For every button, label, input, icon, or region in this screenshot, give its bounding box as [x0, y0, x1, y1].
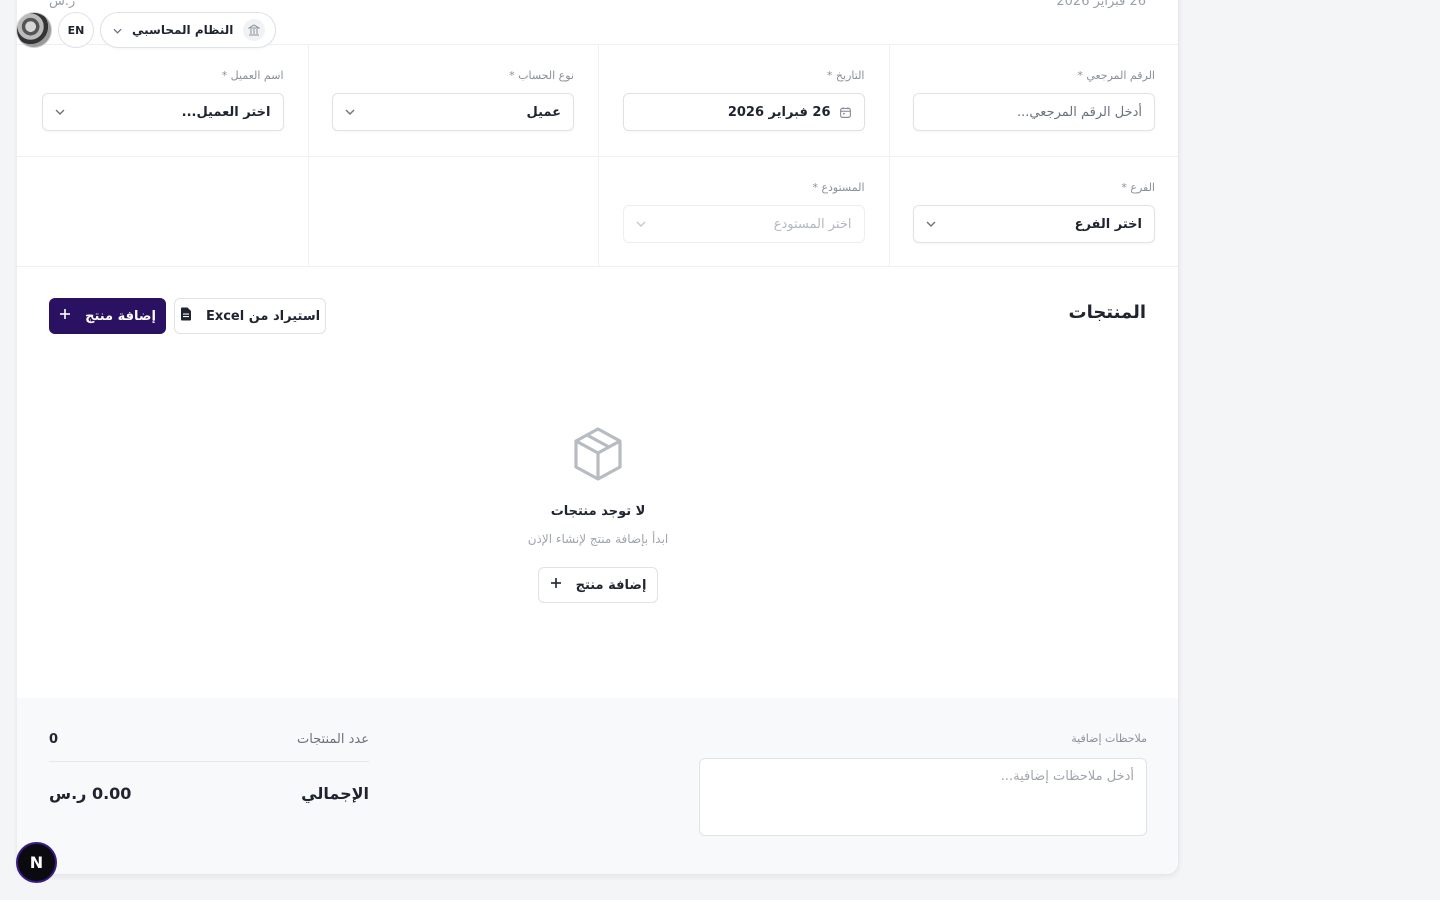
- add-product-button[interactable]: إضافة منتج: [49, 298, 166, 334]
- date-picker[interactable]: 26 فبراير 2026: [622, 93, 865, 131]
- box-icon: [572, 426, 624, 486]
- reference-label: الرقم المرجعي *: [1077, 69, 1155, 82]
- empty-state-title: لا توجد منتجات: [550, 504, 646, 519]
- products-count-row: عدد المنتجات 0: [49, 732, 369, 747]
- chevron-down-icon: [926, 219, 936, 229]
- total-row: الإجمالي 0.00 ر.س: [49, 784, 369, 803]
- avatar[interactable]: [16, 12, 52, 48]
- system-switcher[interactable]: النظام المحاسبي: [100, 12, 277, 48]
- chevron-down-icon: [55, 107, 65, 117]
- reference-placeholder: أدخل الرقم المرجعي...: [1017, 104, 1142, 120]
- total-value: 0.00 ر.س: [49, 784, 132, 803]
- warehouse-placeholder: اختر المستودع: [773, 216, 852, 232]
- date-cell: التاريخ * 26 فبراير 2026: [598, 45, 889, 156]
- system-label: النظام المحاسبي: [132, 23, 234, 37]
- calendar-icon: [839, 106, 852, 119]
- summary-footer: ملاحظات إضافية أدخل ملاحظات إضافية... عد…: [17, 698, 1178, 874]
- account-type-value: عميل: [526, 104, 561, 120]
- import-excel-label: استيراد من Excel: [205, 308, 321, 324]
- n-badge-icon[interactable]: N: [16, 842, 57, 883]
- branch-select[interactable]: اختر الفرع: [913, 205, 1155, 243]
- chevron-down-icon: [636, 219, 646, 229]
- add-product-label: إضافة منتج: [85, 308, 156, 324]
- notes-label: ملاحظات إضافية: [1071, 732, 1147, 745]
- date-label: التاريخ *: [826, 69, 865, 82]
- products-title: المنتجات: [1068, 302, 1146, 323]
- plus-icon: [550, 577, 562, 593]
- account-type-select[interactable]: عميل: [332, 93, 574, 131]
- empty-state-subtitle: ابدأ بإضافة منتج لإنشاء الإذن: [527, 532, 669, 546]
- warehouse-cell: المستودع * اختر المستودع: [598, 157, 889, 266]
- reference-input[interactable]: أدخل الرقم المرجعي...: [913, 93, 1155, 131]
- header-currency-partial: ر.س: [49, 0, 76, 9]
- total-label: الإجمالي: [301, 784, 369, 803]
- empty-add-product-button[interactable]: إضافة منتج: [538, 567, 658, 603]
- customer-select[interactable]: اختر العميل...: [41, 93, 284, 131]
- branch-label: الفرع *: [1121, 181, 1155, 194]
- plus-icon: [59, 308, 71, 324]
- customer-placeholder: اختر العميل...: [181, 104, 271, 120]
- chevron-down-icon: [113, 23, 122, 37]
- chevron-down-icon: [345, 107, 355, 117]
- warehouse-select[interactable]: اختر المستودع: [622, 205, 865, 243]
- account-type-cell: نوع الحساب * عميل: [307, 45, 599, 156]
- customer-cell: اسم العميل * اختر العميل...: [17, 45, 308, 156]
- products-count-label: عدد المنتجات: [296, 732, 369, 747]
- top-toolbar: EN النظام المحاسبي: [16, 12, 277, 48]
- customer-label: اسم العميل *: [221, 69, 284, 82]
- products-count-value: 0: [49, 732, 59, 747]
- branch-placeholder: اختر الفرع: [1074, 216, 1142, 232]
- form-card: 26 فبراير 2026 ر.س الرقم المرجعي * أدخل …: [17, 0, 1179, 875]
- file-icon: [180, 307, 192, 325]
- import-excel-button[interactable]: استيراد من Excel: [174, 298, 326, 334]
- notes-textarea[interactable]: أدخل ملاحظات إضافية...: [699, 758, 1147, 836]
- reference-cell: الرقم المرجعي * أدخل الرقم المرجعي...: [888, 45, 1179, 156]
- language-toggle[interactable]: EN: [58, 12, 94, 48]
- warehouse-label: المستودع *: [812, 181, 865, 194]
- empty-cell: [307, 157, 599, 266]
- account-type-label: نوع الحساب *: [509, 69, 574, 82]
- header-date-partial: 26 فبراير 2026: [1056, 0, 1146, 9]
- form-row-2: الفرع * اختر الفرع المستودع * اختر المست…: [17, 157, 1179, 267]
- summary-divider: [49, 761, 369, 762]
- empty-add-product-label: إضافة منتج: [575, 577, 647, 593]
- branch-cell: الفرع * اختر الفرع: [888, 157, 1179, 266]
- form-row-1: الرقم المرجعي * أدخل الرقم المرجعي... ال…: [17, 44, 1179, 157]
- bank-icon: [243, 19, 266, 41]
- empty-cell: [17, 157, 308, 266]
- date-value: 26 فبراير 2026: [727, 104, 831, 120]
